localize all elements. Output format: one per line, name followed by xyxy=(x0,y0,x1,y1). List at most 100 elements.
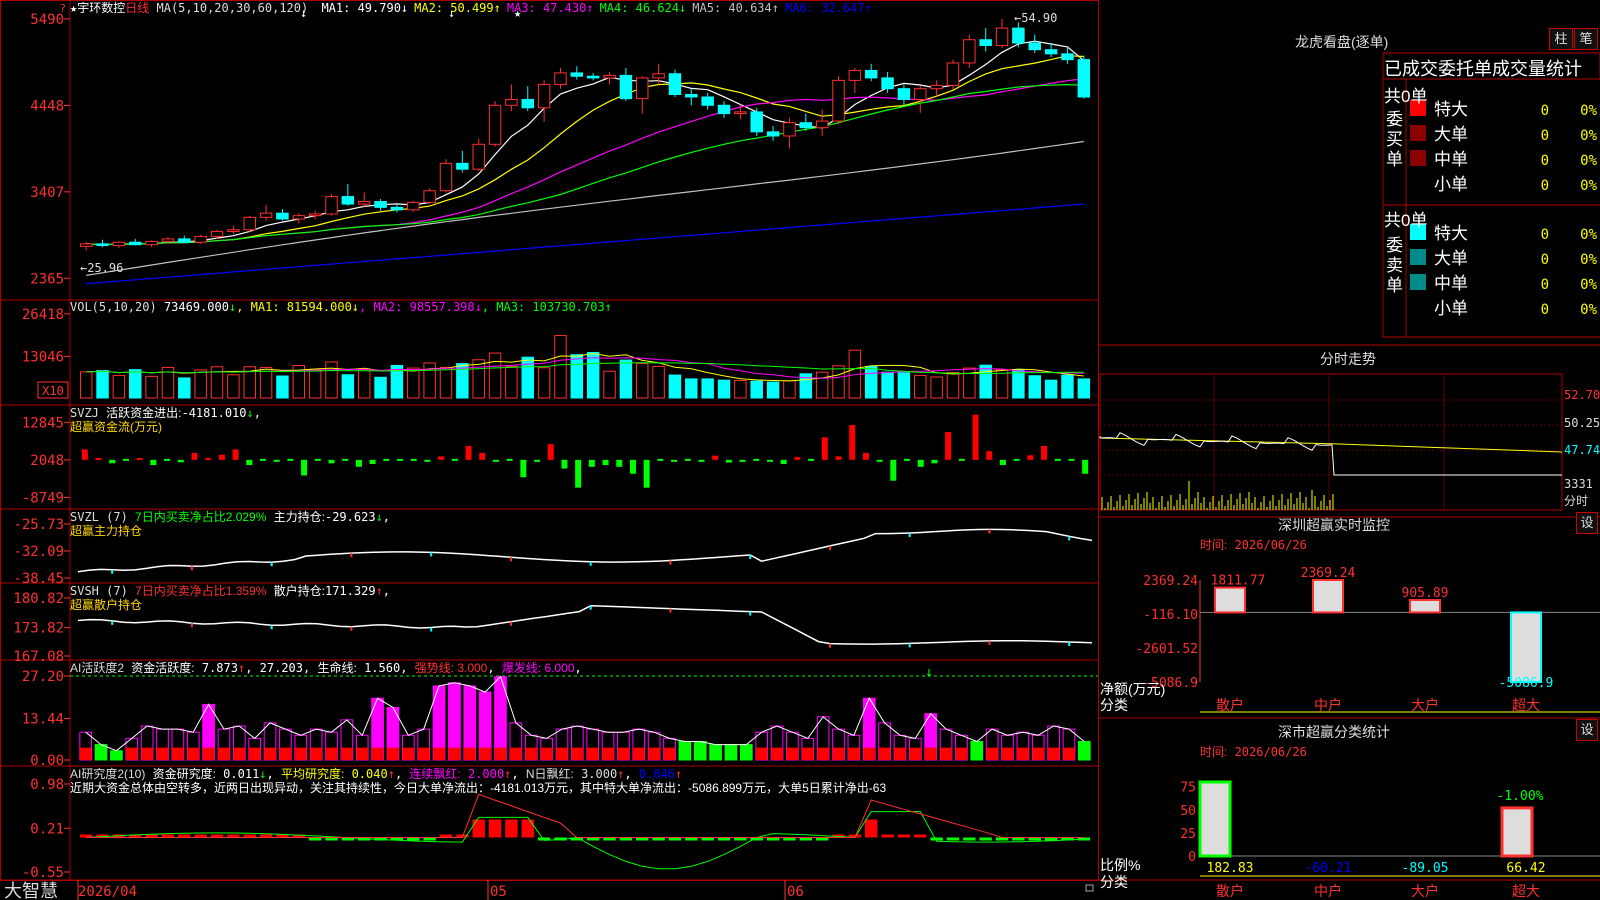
svzj-bar xyxy=(671,459,678,462)
category-name: 中户 xyxy=(1314,697,1342,713)
candle xyxy=(407,201,420,211)
svzl-value: -29.623 xyxy=(324,510,376,524)
ai-research-axis-label: 0.98 xyxy=(30,777,64,793)
sell-row-value: 0 xyxy=(1541,227,1549,243)
life-line-label: 生命线: xyxy=(317,661,357,675)
candle xyxy=(570,72,584,77)
price-axis-label: 2365 xyxy=(30,271,64,287)
svzj-axis-label: 12845 xyxy=(22,415,64,431)
candle xyxy=(783,122,796,137)
buy-row-label: 特大 xyxy=(1434,100,1468,119)
vol-bar xyxy=(979,364,992,399)
vol-bar xyxy=(701,378,714,399)
svzj-bar xyxy=(232,449,239,460)
svzj-bar xyxy=(602,459,609,466)
svzj-bar xyxy=(862,452,869,460)
ma-value-1: MA1: 49.790↓ xyxy=(321,1,409,15)
ai-research-bar xyxy=(979,837,992,841)
candle xyxy=(308,213,322,217)
candle xyxy=(357,201,371,205)
vol-unit: X10 xyxy=(42,384,64,398)
ai-active-base xyxy=(494,747,507,760)
svsh-tick-mark xyxy=(589,605,592,610)
candle xyxy=(505,98,518,106)
svsh-tick-mark xyxy=(828,643,831,648)
candle xyxy=(930,84,943,90)
svzj-bar xyxy=(999,459,1006,466)
candle xyxy=(668,73,682,95)
bar-mode-button[interactable]: 柱 xyxy=(1549,28,1573,50)
ratio-label: 比例% xyxy=(1100,857,1140,873)
extra-arrow: ↑ xyxy=(675,767,683,781)
ai-active-base xyxy=(617,747,630,760)
candle xyxy=(766,131,780,137)
svzj-bar xyxy=(1027,455,1034,460)
svzj-bar xyxy=(766,459,773,462)
svzj-bar xyxy=(246,459,253,466)
strong-line-label: 强势线: 3.000 xyxy=(414,661,488,675)
ai-active-header: AI活跃度2 资金活跃度: 7.873↑, 27.203, 生命线: 1.560… xyxy=(70,661,582,675)
vol-bar xyxy=(194,369,207,399)
ai-active-base xyxy=(694,747,707,760)
svzj-label: 活跃资金进出: xyxy=(106,406,182,420)
vol-ma-value-3: , MA3: 103730.703↑ xyxy=(481,300,612,314)
ratio-category-name: 超大 xyxy=(1512,883,1540,899)
svzj-bar xyxy=(492,459,499,462)
candle xyxy=(439,162,453,192)
vol-axis-label: 26418 xyxy=(22,307,64,323)
ratio-bar xyxy=(1500,806,1534,858)
candle xyxy=(652,73,665,79)
low-label: ←25.96 xyxy=(80,261,123,275)
ai-active-base xyxy=(894,747,906,760)
ratio-category-name: 散户 xyxy=(1216,883,1244,899)
vol-bar xyxy=(439,366,453,399)
class-settings-button[interactable]: 设 xyxy=(1576,719,1598,741)
svzj-bar xyxy=(465,445,472,460)
avg-research-value: 0.040 xyxy=(351,767,388,781)
candle xyxy=(995,27,1009,47)
svzj-bar xyxy=(424,459,431,462)
svzj-subtitle: 超赢资金流(万元) xyxy=(70,420,162,434)
sell-count: 共0单 xyxy=(1384,211,1428,230)
pen-mode-button[interactable]: 笔 xyxy=(1574,28,1598,50)
monitor-settings-button[interactable]: 设 xyxy=(1576,512,1598,534)
ai-active-base xyxy=(310,747,322,760)
svsh-tick-mark xyxy=(190,623,193,628)
ai-active-base xyxy=(970,747,983,760)
candle xyxy=(456,162,469,170)
candle xyxy=(1044,49,1058,55)
svzj-bar xyxy=(218,454,225,460)
svsh-tick-mark xyxy=(669,608,672,613)
stock-chart[interactable]: 5490444834072365?←54.90←25.96↓ ↓ ★26418130… xyxy=(0,0,1600,900)
burst-line-label: 爆发线: 6.000 xyxy=(501,661,575,675)
ratio-value-label: -60.21 xyxy=(1305,861,1352,876)
ai-active-axis-label: 27.20 xyxy=(22,669,64,685)
svzj-bar xyxy=(739,459,746,462)
period-label[interactable]: 日线 xyxy=(125,1,149,15)
svzj-bar xyxy=(164,458,171,461)
svzj-bar xyxy=(355,459,362,467)
ai-active-base xyxy=(1047,747,1060,760)
candle xyxy=(685,93,698,98)
sell-row-label: 特大 xyxy=(1434,224,1468,243)
nday-label: N日飘红: xyxy=(525,767,574,781)
svzl-tick-mark xyxy=(350,553,353,558)
svzj-bar xyxy=(136,458,143,461)
candle xyxy=(750,111,763,133)
net-label: 净额(万元) xyxy=(1100,681,1165,697)
ai-active-base xyxy=(540,747,553,760)
candle xyxy=(636,77,649,100)
intraday-title[interactable]: 分时走势 xyxy=(1320,349,1376,369)
svzj-bar xyxy=(958,458,965,461)
svzj-bar xyxy=(95,458,102,461)
intraday-price-line xyxy=(1099,432,1562,476)
ai-active-base xyxy=(586,747,599,760)
category-name: 超大 xyxy=(1512,697,1540,713)
high-label: ←54.90 xyxy=(1014,11,1057,25)
svsh-tick-mark xyxy=(908,643,911,648)
price-axis-marker: ? xyxy=(59,2,66,15)
ai-active-base xyxy=(95,747,107,760)
svzj-bar xyxy=(849,425,856,460)
ai-active-base xyxy=(663,747,676,760)
sell-row-swatch xyxy=(1410,249,1426,265)
